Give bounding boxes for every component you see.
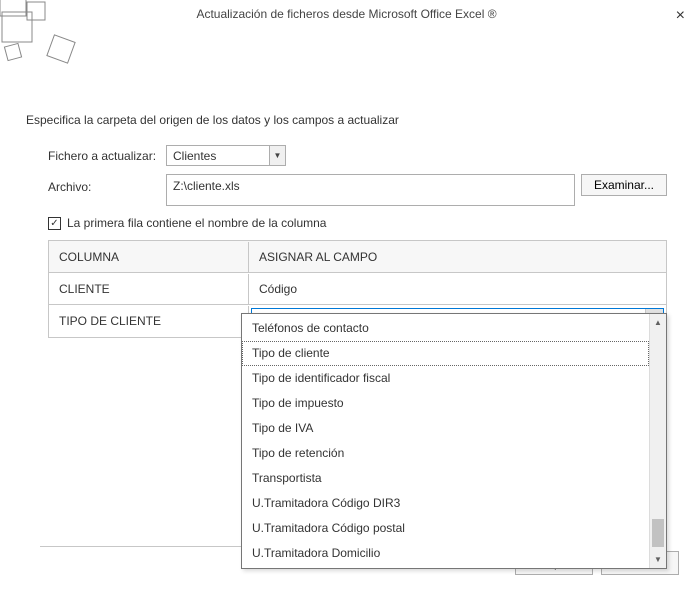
dropdown-option[interactable]: Transportista: [242, 466, 649, 491]
scroll-up-icon[interactable]: ▲: [650, 314, 666, 331]
cell-tipo-de-cliente: TIPO DE CLIENTE: [49, 306, 249, 336]
assign-field-dropdown[interactable]: Teléfonos de contactoTipo de clienteTipo…: [241, 313, 667, 569]
dropdown-option[interactable]: U.Tramitadora Código DIR3: [242, 491, 649, 516]
dropdown-option[interactable]: Tipo de identificador fiscal: [242, 366, 649, 391]
table-row[interactable]: CLIENTE Código: [49, 273, 666, 305]
dropdown-option[interactable]: Tipo de IVA: [242, 416, 649, 441]
first-row-header-checkbox[interactable]: ✓: [48, 217, 61, 230]
scrollbar[interactable]: ▲ ▼: [649, 314, 666, 568]
browse-button[interactable]: Examinar...: [581, 174, 667, 196]
table-header-row: COLUMNA ASIGNAR AL CAMPO: [49, 241, 666, 273]
dropdown-option[interactable]: Tipo de cliente: [242, 341, 649, 366]
dropdown-option[interactable]: Tipo de retención: [242, 441, 649, 466]
file-to-update-label: Fichero a actualizar:: [48, 149, 166, 163]
file-to-update-combo[interactable]: Clientes ▼: [166, 145, 286, 166]
file-to-update-value: Clientes: [167, 149, 269, 163]
window-title: Actualización de ficheros desde Microsof…: [196, 7, 496, 21]
dropdown-option[interactable]: Tipo de impuesto: [242, 391, 649, 416]
title-bar: Actualización de ficheros desde Microsof…: [0, 0, 693, 28]
first-row-header-label: La primera fila contiene el nombre de la…: [67, 216, 326, 230]
scroll-down-icon[interactable]: ▼: [650, 551, 666, 568]
dropdown-option[interactable]: Teléfonos de contacto: [242, 316, 649, 341]
header-columna: COLUMNA: [49, 242, 249, 272]
archive-path-value: Z:\cliente.xls: [173, 179, 240, 193]
archive-path-input[interactable]: Z:\cliente.xls: [166, 174, 575, 206]
dropdown-option[interactable]: U.Tramitadora Código postal: [242, 516, 649, 541]
scroll-thumb[interactable]: [652, 519, 664, 547]
dropdown-option[interactable]: U.Tramitadora Domicilio: [242, 541, 649, 566]
instruction-text: Especifica la carpeta del origen de los …: [26, 113, 667, 127]
header-asignar: ASIGNAR AL CAMPO: [249, 242, 666, 272]
cell-cliente: CLIENTE: [49, 274, 249, 304]
cell-codigo: Código: [249, 274, 666, 304]
chevron-down-icon[interactable]: ▼: [269, 146, 285, 165]
close-icon[interactable]: ×: [676, 2, 685, 30]
archive-label: Archivo:: [48, 174, 166, 194]
